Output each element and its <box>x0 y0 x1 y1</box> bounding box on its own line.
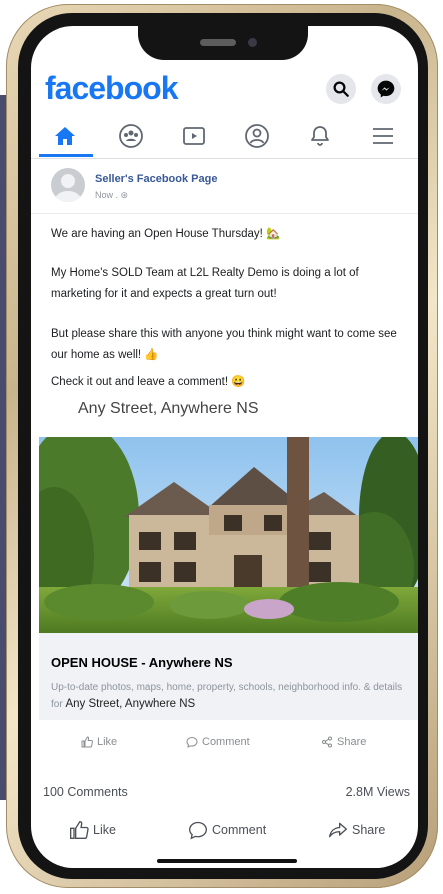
card-share-label: Share <box>337 736 367 748</box>
page-name-link[interactable]: Seller's Facebook Page <box>95 173 217 185</box>
link-card-description: Up-to-date photos, maps, home, property,… <box>51 680 406 713</box>
like-button[interactable]: Like <box>69 820 116 840</box>
views-count: 2.8M Views <box>345 785 410 799</box>
link-preview-card[interactable]: OPEN HOUSE - Anywhere NS Up-to-date phot… <box>39 633 418 720</box>
post-text-line2: My Home's SOLD Team at L2L Realty Demo i… <box>51 267 359 300</box>
active-tab-indicator <box>39 154 93 157</box>
profile-icon <box>245 124 269 148</box>
link-card-title-prefix: OPEN HOUSE - <box>51 655 149 670</box>
link-card-description-address: Any Street, Anywhere NS <box>65 698 196 710</box>
home-indicator[interactable] <box>157 859 297 863</box>
card-like-label: Like <box>97 736 118 748</box>
thumbs-up-icon <box>81 736 93 748</box>
share-button[interactable]: Share <box>328 820 385 840</box>
share-icon <box>322 736 332 748</box>
post-text-line1: We are having an Open House Thursday! 🏡 <box>51 228 281 240</box>
comment-label: Comment <box>212 823 267 837</box>
share-label: Share <box>352 823 386 837</box>
phone-screen: facebook Seller's Facebook Page Now . ⊛ … <box>31 26 418 868</box>
card-like-button[interactable]: Like <box>81 736 117 748</box>
post-stats: 100 Comments 2.8M Views <box>31 778 418 806</box>
card-share-button[interactable]: Share <box>321 736 366 748</box>
post-text-line4: Check it out and leave a comment! 😀 <box>51 376 246 388</box>
thumbs-up-icon <box>70 820 89 839</box>
tab-home[interactable] <box>45 120 85 152</box>
facebook-logo[interactable]: facebook <box>45 70 178 107</box>
post-address: Any Street, Anywhere NS <box>78 400 259 417</box>
notifications-icon <box>311 126 329 146</box>
home-icon <box>55 127 75 145</box>
tab-notifications[interactable] <box>300 120 340 152</box>
video-icon <box>183 127 205 145</box>
link-card-title: OPEN HOUSE - Anywhere NS <box>51 655 233 670</box>
phone-notch <box>138 14 308 60</box>
comment-icon <box>186 736 198 748</box>
tab-profile[interactable] <box>237 120 277 152</box>
card-comment-button[interactable]: Comment <box>186 736 250 748</box>
card-comment-label: Comment <box>202 736 250 748</box>
avatar[interactable] <box>51 168 85 202</box>
house-photo[interactable] <box>39 437 418 633</box>
comment-icon <box>188 821 208 840</box>
messenger-button[interactable] <box>371 74 401 104</box>
like-label: Like <box>93 823 116 837</box>
post-header <box>31 159 418 214</box>
groups-icon <box>119 124 143 148</box>
tab-bar <box>31 114 418 159</box>
tab-groups[interactable] <box>111 120 151 152</box>
tab-watch[interactable] <box>174 120 214 152</box>
card-action-row: Like Comment Share <box>31 729 418 759</box>
front-camera <box>248 38 257 47</box>
speaker-grille <box>200 39 236 46</box>
menu-icon <box>373 128 393 144</box>
default-avatar-icon <box>55 174 81 202</box>
messenger-icon <box>377 80 395 98</box>
search-button[interactable] <box>326 74 356 104</box>
tab-menu[interactable] <box>363 120 403 152</box>
comments-count[interactable]: 100 Comments <box>43 785 128 799</box>
comment-button[interactable]: Comment <box>188 820 266 840</box>
link-card-title-location: Anywhere NS <box>148 655 233 670</box>
post-action-bar: Like Comment Share <box>31 816 418 846</box>
search-icon <box>333 81 349 97</box>
share-arrow-icon <box>329 822 347 838</box>
post-text-line3: But please share this with anyone you th… <box>51 328 397 361</box>
post-timestamp: Now . ⊛ <box>95 190 129 200</box>
